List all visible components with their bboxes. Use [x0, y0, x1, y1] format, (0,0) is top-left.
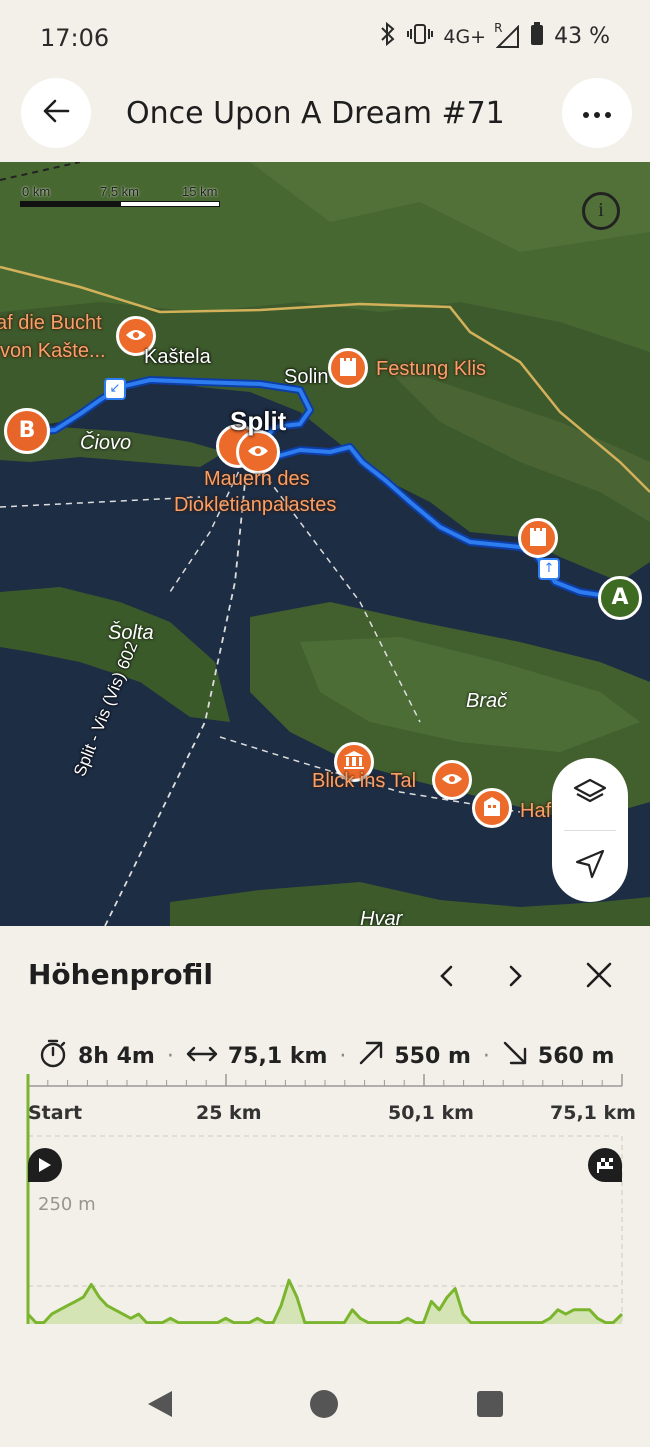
place-label-kastela: Kaštela [144, 346, 211, 368]
horizontal-arrows-icon [186, 1044, 218, 1069]
locate-button[interactable] [552, 830, 628, 902]
elevation-panel: Höhenprofil 8h 4m · 75,1 km · 550 m · 56… [0, 926, 650, 1362]
battery-icon [530, 22, 544, 51]
poi-label-bucht-2: von Kašte... [0, 340, 106, 362]
status-time: 17:06 [40, 24, 110, 52]
route-start-marker[interactable]: A [598, 576, 642, 620]
stopwatch-icon [38, 1038, 68, 1074]
descent-value: 560 m [537, 1043, 615, 1069]
harbour-marker[interactable] [472, 788, 512, 828]
triangle-back-icon [146, 1389, 174, 1423]
island-label-brac: Brač [466, 690, 508, 712]
poi-label-bucht-1: af die Bucht [0, 312, 102, 334]
elevation-chart[interactable] [0, 1074, 650, 1324]
building-icon [483, 796, 501, 820]
stat-distance: 75,1 km [186, 1043, 328, 1069]
page-title: Once Upon A Dream #71 [126, 96, 505, 131]
roaming-label: R [494, 20, 503, 35]
network-label: 4G+ [443, 25, 487, 48]
arrow-up-right-icon [358, 1040, 384, 1072]
scale-label-2: 15 km [182, 184, 218, 199]
poi-label-festung: Festung Klis [376, 358, 487, 380]
nav-home-button[interactable] [304, 1386, 344, 1426]
tower-marker[interactable] [518, 518, 558, 558]
layers-button[interactable] [552, 758, 628, 830]
poi-label-mauern-2: Diokletianpalastes [174, 494, 337, 516]
nav-recents-button[interactable] [470, 1386, 510, 1426]
route-direction-icon: ↑ [538, 558, 560, 580]
status-icons: 4G+ R 43 % [379, 21, 610, 51]
scale-label-1: 7,5 km [100, 184, 140, 199]
arrow-down-right-icon [502, 1040, 528, 1072]
more-horizontal-icon [582, 104, 612, 123]
next-button[interactable] [496, 958, 536, 998]
y-axis-label: 250 m [38, 1194, 96, 1215]
arrow-left-icon [42, 97, 70, 129]
chevron-right-icon [509, 965, 523, 991]
elevation-area [28, 1280, 622, 1324]
bluetooth-icon [379, 21, 397, 51]
panel-title: Höhenprofil [28, 958, 213, 991]
castle-marker[interactable] [328, 348, 368, 388]
place-label-ciovo: Čiovo [80, 432, 132, 454]
poi-label-blick: Blick ins Tal [312, 770, 417, 792]
map-scale-bar: 0 km 7,5 km 15 km [20, 184, 220, 210]
navigation-arrow-icon [575, 849, 605, 883]
poi-label-mauern-1: Mauern des [204, 468, 310, 490]
castle-icon [529, 526, 547, 550]
status-bar: 17:06 4G+ R 43 % [0, 0, 650, 78]
ascent-value: 550 m [394, 1043, 471, 1069]
eye-icon [125, 327, 147, 346]
castle-icon [339, 356, 357, 380]
chevron-left-icon [439, 965, 453, 991]
map-view[interactable]: 0 km 7,5 km 15 km i ↙ ↑ A B af die Bucht… [0, 162, 650, 926]
signal-icon: R [494, 21, 520, 49]
eye-icon [441, 771, 463, 790]
vibrate-icon [407, 23, 434, 50]
map-tools [552, 758, 628, 902]
nav-back-button[interactable] [140, 1386, 180, 1426]
back-button[interactable] [21, 78, 91, 148]
distance-value: 75,1 km [227, 1043, 328, 1069]
stat-duration: 8h 4m [38, 1038, 155, 1074]
city-label-split: Split [230, 406, 287, 436]
info-icon[interactable]: i [582, 192, 620, 230]
blick-viewpoint-marker[interactable] [432, 760, 472, 800]
route-direction-icon: ↙ [104, 378, 126, 400]
island-label-hvar: Hvar [360, 908, 403, 926]
stat-ascent: 550 m [358, 1040, 471, 1072]
circle-home-icon [309, 1389, 339, 1423]
square-recents-icon [477, 1391, 503, 1421]
battery-level: 43 % [554, 24, 610, 49]
close-icon [586, 962, 612, 992]
route-end-marker[interactable]: B [4, 408, 50, 454]
finish-flag-icon [588, 1148, 622, 1182]
layers-icon [573, 778, 607, 810]
place-label-solin: Solin [284, 366, 329, 388]
more-options-button[interactable] [562, 78, 632, 148]
close-button[interactable] [578, 956, 620, 998]
eye-icon [247, 443, 269, 462]
scale-label-0: 0 km [22, 184, 51, 199]
duration-value: 8h 4m [78, 1043, 155, 1069]
stat-descent: 560 m [502, 1040, 615, 1072]
route-stats: 8h 4m · 75,1 km · 550 m · 560 m [38, 1038, 614, 1074]
top-app-bar: Once Upon A Dream #71 [0, 78, 650, 162]
start-flag-icon [28, 1148, 62, 1182]
previous-button[interactable] [426, 958, 466, 998]
system-nav-bar [0, 1362, 650, 1447]
